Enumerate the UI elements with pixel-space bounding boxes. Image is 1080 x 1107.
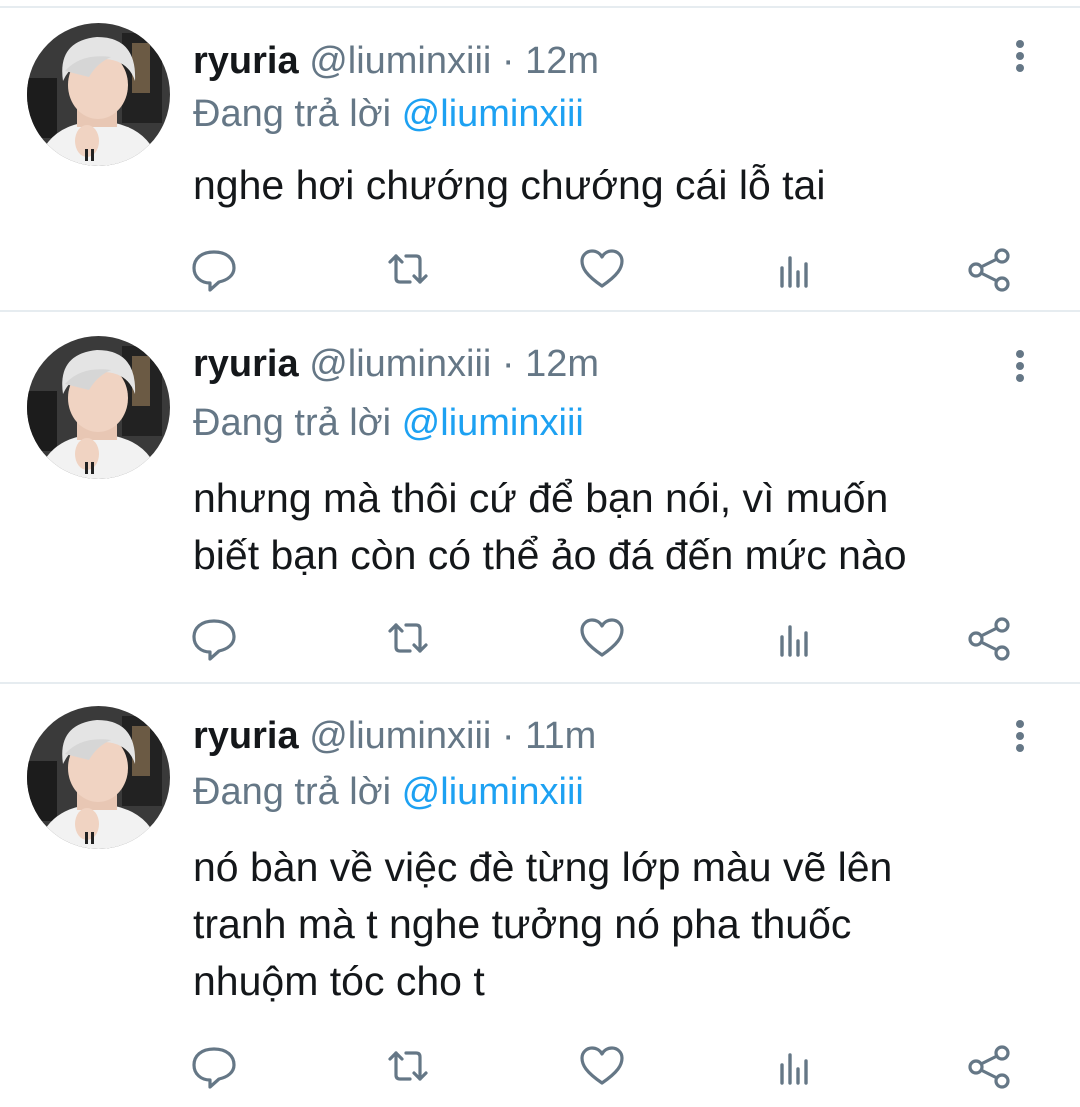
separator-dot: · bbox=[501, 343, 515, 385]
analytics-icon[interactable] bbox=[768, 244, 824, 294]
tweet-text-line: tranh mà t nghe tưởng nó pha thuốc bbox=[193, 901, 852, 947]
mention-link[interactable]: @liuminxiii bbox=[402, 771, 584, 813]
analytics-icon[interactable] bbox=[768, 1041, 824, 1091]
tweet-header: ryuria @liuminxiii · 12m bbox=[193, 342, 599, 386]
tweet-timeline: ryuria @liuminxiii · 12m Đang trả lời @l… bbox=[0, 0, 1080, 1107]
tweet-text: nó bàn về việc đè từng lớp màu vẽ lên tr… bbox=[193, 839, 1053, 1010]
timestamp[interactable]: 12m bbox=[525, 40, 599, 82]
display-name[interactable]: ryuria bbox=[193, 343, 299, 385]
tweet[interactable]: ryuria @liuminxiii · 11m Đang trả lời @l… bbox=[0, 684, 1080, 1107]
share-icon[interactable] bbox=[962, 613, 1018, 663]
tweet-text-line: nhuộm tóc cho t bbox=[193, 958, 485, 1004]
avatar[interactable] bbox=[27, 23, 170, 166]
retweet-icon[interactable] bbox=[380, 244, 436, 294]
replying-to: Đang trả lời @liuminxiii bbox=[193, 401, 584, 445]
mention-link[interactable]: @liuminxiii bbox=[402, 93, 584, 135]
replying-prefix: Đang trả lời bbox=[193, 771, 392, 813]
reply-icon[interactable] bbox=[186, 613, 242, 663]
tweet-text: nghe hơi chướng chướng cái lỗ tai bbox=[193, 157, 1053, 214]
tweet[interactable]: ryuria @liuminxiii · 12m Đang trả lời @l… bbox=[0, 312, 1080, 684]
tweet[interactable]: ryuria @liuminxiii · 12m Đang trả lời @l… bbox=[0, 8, 1080, 312]
replying-to: Đang trả lời @liuminxiii bbox=[193, 770, 584, 814]
tweet-header: ryuria @liuminxiii · 11m bbox=[193, 714, 596, 758]
tweet-header: ryuria @liuminxiii · 12m bbox=[193, 39, 599, 83]
tweet-text-line: nhưng mà thôi cứ để bạn nói, vì muốn bbox=[193, 475, 889, 521]
analytics-icon[interactable] bbox=[768, 613, 824, 663]
timestamp[interactable]: 12m bbox=[525, 343, 599, 385]
display-name[interactable]: ryuria bbox=[193, 715, 299, 757]
more-options-icon[interactable] bbox=[1006, 716, 1034, 756]
like-icon[interactable] bbox=[574, 613, 630, 663]
share-icon[interactable] bbox=[962, 244, 1018, 294]
share-icon[interactable] bbox=[962, 1041, 1018, 1091]
retweet-icon[interactable] bbox=[380, 613, 436, 663]
tweet-text-line: biết bạn còn có thể ảo đá đến mức nào bbox=[193, 532, 907, 578]
reply-icon[interactable] bbox=[186, 244, 242, 294]
avatar[interactable] bbox=[27, 706, 170, 849]
more-options-icon[interactable] bbox=[1006, 36, 1034, 76]
timestamp[interactable]: 11m bbox=[525, 715, 596, 757]
like-icon[interactable] bbox=[574, 244, 630, 294]
retweet-icon[interactable] bbox=[380, 1041, 436, 1091]
tweet-text-line: nó bàn về việc đè từng lớp màu vẽ lên bbox=[193, 844, 893, 890]
user-handle[interactable]: @liuminxiii bbox=[309, 40, 491, 82]
display-name[interactable]: ryuria bbox=[193, 40, 299, 82]
replying-to: Đang trả lời @liuminxiii bbox=[193, 92, 584, 136]
tweet-text-line: nghe hơi chướng chướng cái lỗ tai bbox=[193, 162, 826, 208]
separator-dot: · bbox=[501, 715, 515, 757]
reply-icon[interactable] bbox=[186, 1041, 242, 1091]
mention-link[interactable]: @liuminxiii bbox=[402, 402, 584, 444]
tweet-text: nhưng mà thôi cứ để bạn nói, vì muốn biế… bbox=[193, 470, 1053, 584]
like-icon[interactable] bbox=[574, 1041, 630, 1091]
more-options-icon[interactable] bbox=[1006, 346, 1034, 386]
user-handle[interactable]: @liuminxiii bbox=[309, 715, 491, 757]
replying-prefix: Đang trả lời bbox=[193, 93, 392, 135]
replying-prefix: Đang trả lời bbox=[193, 402, 392, 444]
separator-dot: · bbox=[501, 40, 515, 82]
avatar[interactable] bbox=[27, 336, 170, 479]
user-handle[interactable]: @liuminxiii bbox=[309, 343, 491, 385]
